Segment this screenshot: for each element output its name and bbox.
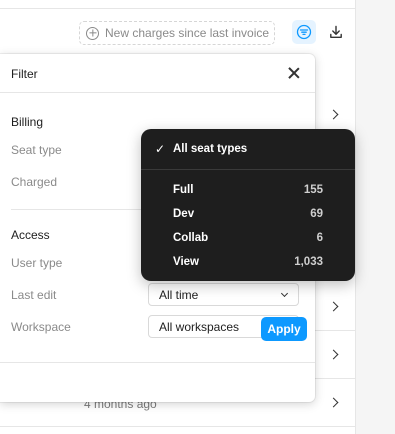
menu-divider xyxy=(141,169,355,170)
menu-item-dev[interactable]: Dev 69 xyxy=(141,203,355,225)
last-edit-select[interactable]: All time xyxy=(148,283,299,306)
app-stage: 4 months ago New charges since last invo… xyxy=(0,0,395,434)
filter-icon xyxy=(296,24,312,40)
panel-header-divider xyxy=(0,92,315,93)
right-divider xyxy=(355,0,356,434)
close-icon[interactable] xyxy=(286,65,302,81)
last-edit-value: All time xyxy=(159,287,199,302)
menu-item-all-seat-types[interactable]: ✓ All seat types xyxy=(141,138,355,160)
menu-item-collab[interactable]: Collab 6 xyxy=(141,227,355,249)
workspace-label: Workspace xyxy=(11,320,71,334)
seat-type-menu: ✓ All seat types Full 155 Dev 69 Collab … xyxy=(141,129,355,281)
access-section-title: Access xyxy=(11,228,50,242)
panel-footer-divider xyxy=(0,362,315,363)
download-icon xyxy=(330,25,342,39)
last-edit-label: Last edit xyxy=(11,288,57,302)
menu-item-view[interactable]: View 1,033 xyxy=(141,251,355,273)
filter-button[interactable] xyxy=(292,20,316,44)
section-divider xyxy=(11,209,141,210)
menu-item-label: Collab xyxy=(173,232,209,244)
menu-item-full[interactable]: Full 155 xyxy=(141,179,355,201)
menu-item-count: 1,033 xyxy=(294,256,323,268)
menu-item-label: Full xyxy=(173,184,194,196)
menu-item-label: Dev xyxy=(173,208,195,220)
plus-circle-icon xyxy=(86,26,99,40)
user-type-label: User type xyxy=(11,256,63,270)
top-divider xyxy=(0,8,355,9)
seat-type-label: Seat type xyxy=(11,143,62,157)
apply-button[interactable]: Apply xyxy=(261,317,307,341)
menu-item-count: 69 xyxy=(310,208,323,220)
workspace-value: All workspaces xyxy=(159,319,240,334)
panel-title: Filter xyxy=(11,67,38,81)
menu-item-count: 6 xyxy=(316,232,323,244)
chevron-down-icon xyxy=(280,289,289,298)
charged-label: Charged xyxy=(11,175,58,189)
menu-item-label: All seat types xyxy=(173,143,248,155)
download-button[interactable] xyxy=(324,20,348,44)
menu-item-count: 155 xyxy=(303,184,323,196)
new-charges-label: New charges since last invoice xyxy=(105,26,270,40)
billing-section-title: Billing xyxy=(11,115,44,129)
row-divider xyxy=(0,426,355,427)
new-charges-filter-button[interactable]: New charges since last invoice xyxy=(79,21,275,45)
checkmark-icon: ✓ xyxy=(155,142,166,156)
menu-item-label: View xyxy=(173,256,199,268)
